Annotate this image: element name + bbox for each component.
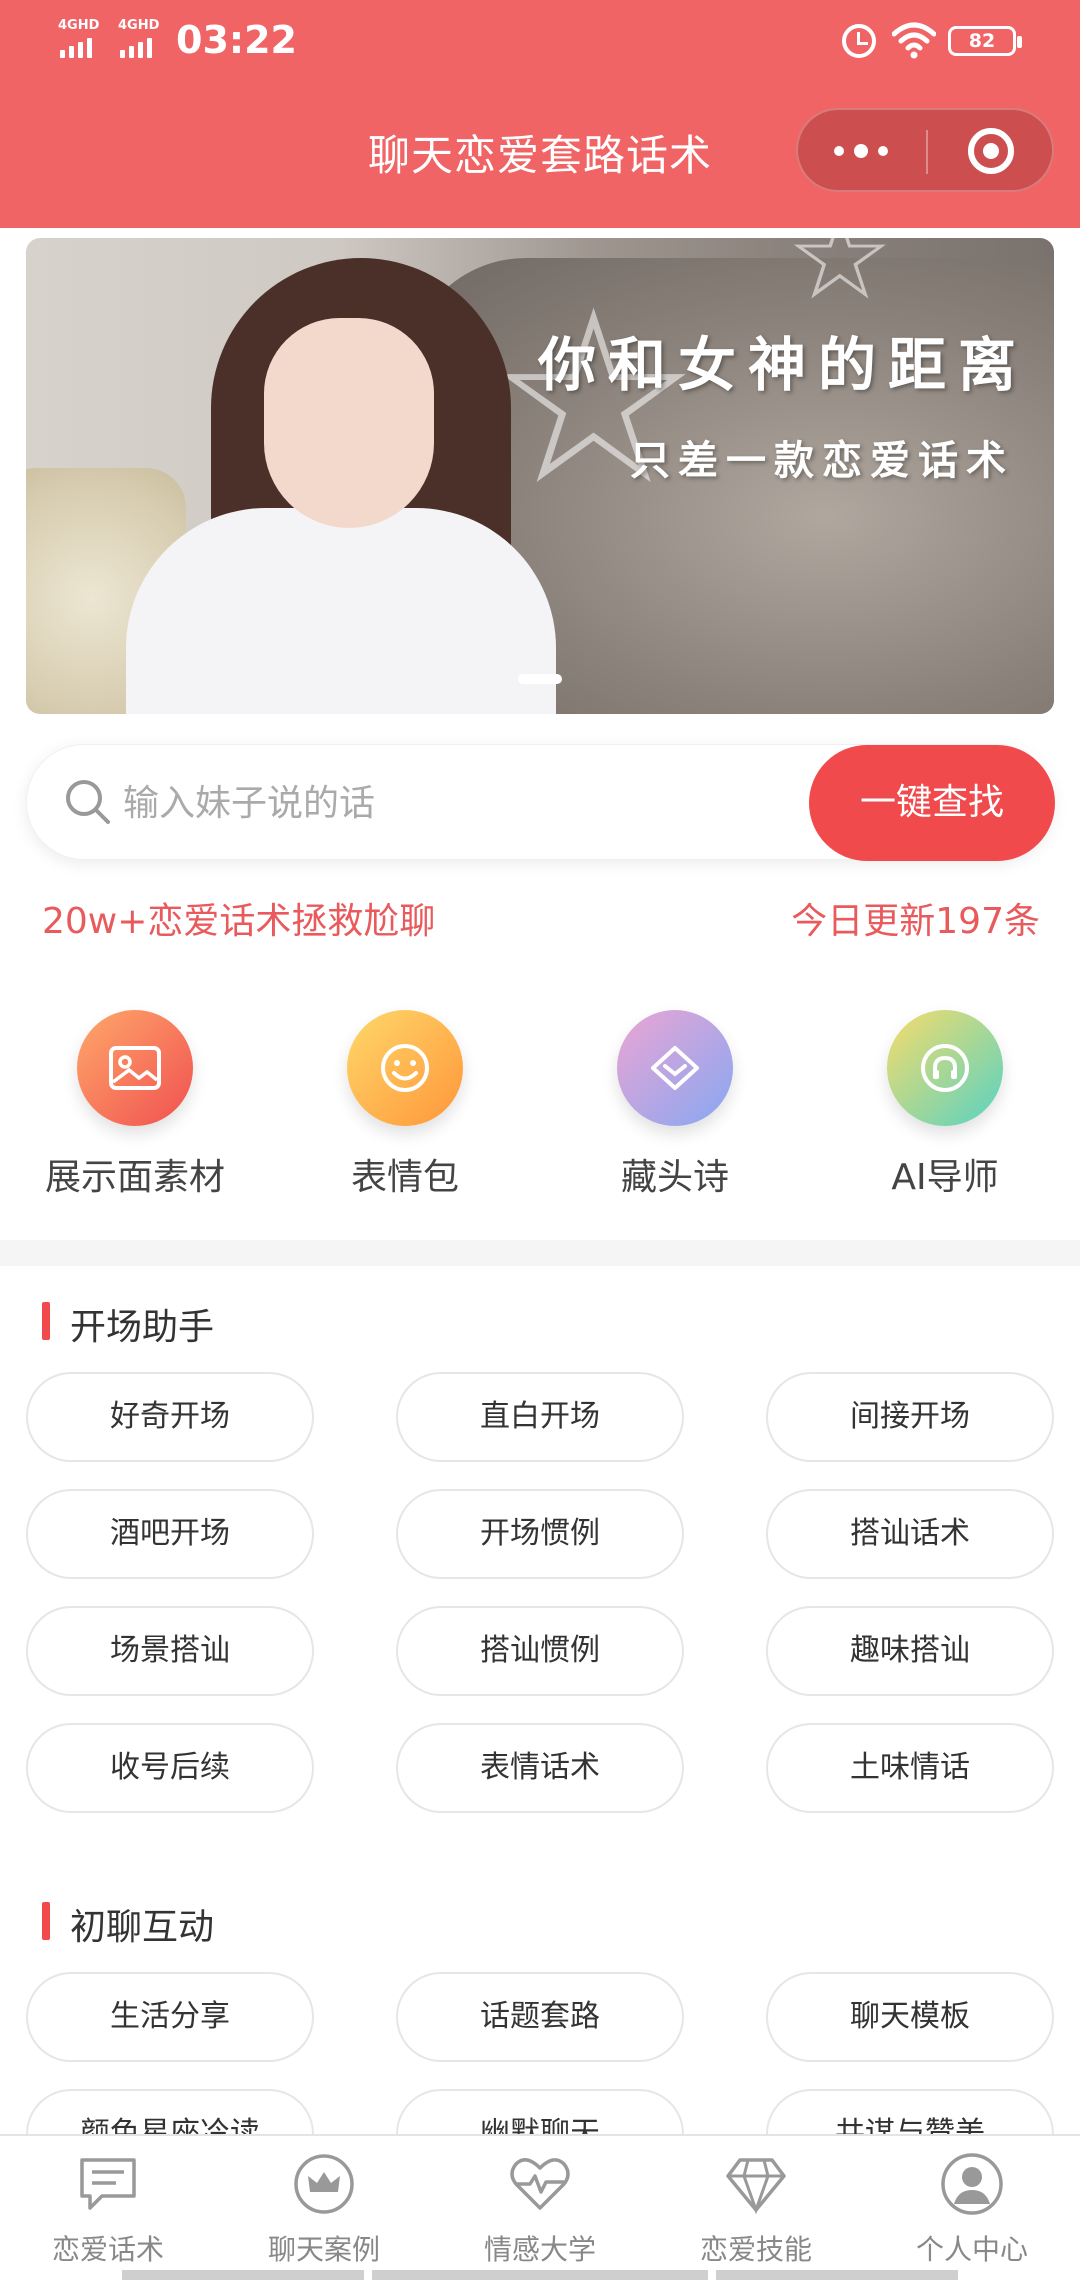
- network-type: 4GHD: [118, 18, 160, 33]
- user-icon: [941, 2153, 1003, 2215]
- search-bar: 一键查找: [26, 744, 1055, 861]
- nav-label: 聊天案例: [267, 2233, 380, 2266]
- star-decoration: ☆: [786, 238, 894, 327]
- nav-item-emotion-university[interactable]: 情感大学: [432, 2136, 648, 2280]
- nav-label: 恋爱话术: [51, 2233, 164, 2266]
- tag-button[interactable]: 生活分享: [26, 1972, 314, 2062]
- crown-icon: [294, 2154, 354, 2214]
- quick-link-label: 展示面素材: [44, 1157, 225, 1198]
- tag-button[interactable]: 搭讪惯例: [396, 1606, 684, 1696]
- promo-banner[interactable]: ☆ ☆ 你和女神的距离 只差一款恋爱话术: [26, 238, 1054, 714]
- battery-indicator: 82: [948, 26, 1022, 56]
- tag-button[interactable]: 好奇开场: [26, 1372, 314, 1462]
- quick-link-label: 表情包: [350, 1157, 459, 1198]
- diamond-icon: [651, 1046, 699, 1090]
- home-indicator: [372, 2270, 708, 2280]
- nav-label: 个人中心: [915, 2233, 1028, 2266]
- tag-button[interactable]: 话题套路: [396, 1972, 684, 2062]
- carousel-indicator[interactable]: [518, 674, 562, 684]
- tag-button[interactable]: 表情话术: [396, 1723, 684, 1813]
- tag-button[interactable]: 搭讪话术: [766, 1489, 1054, 1579]
- network-type: 4GHD: [58, 18, 100, 33]
- tag-button[interactable]: 开场惯例: [396, 1489, 684, 1579]
- search-button[interactable]: 一键查找: [809, 745, 1055, 861]
- section-divider: [0, 1240, 1080, 1266]
- nav-item-love-skills[interactable]: 恋爱技能: [648, 2136, 864, 2280]
- wifi-icon: [892, 22, 936, 59]
- diamond-icon: [726, 2158, 786, 2215]
- quick-link-acrostic[interactable]: 藏头诗: [540, 1010, 810, 1210]
- nav-item-chat-cases[interactable]: 聊天案例: [216, 2136, 432, 2280]
- app-header: 4GHD 4GHD 03:22 82 聊天恋爱套路话术: [0, 0, 1080, 228]
- tag-button[interactable]: 土味情话: [766, 1723, 1054, 1813]
- quick-link-label: AI导师: [891, 1157, 999, 1198]
- image-icon: [109, 1046, 161, 1090]
- tag-button[interactable]: 直白开场: [396, 1372, 684, 1462]
- quick-link-showcase[interactable]: 展示面素材: [0, 1010, 270, 1210]
- more-button[interactable]: [798, 110, 926, 190]
- mini-program-capsule: [796, 108, 1054, 192]
- status-bar: 4GHD 4GHD 03:22 82: [0, 0, 1080, 84]
- section-title-first-chat: 初聊互动: [42, 1898, 214, 1950]
- quick-link-label: 藏头诗: [620, 1157, 729, 1198]
- capsule-divider: [926, 130, 928, 174]
- headphones-icon: [921, 1044, 969, 1092]
- alarm-icon: [842, 24, 876, 58]
- bottom-navigation: 恋爱话术 聊天案例 情感大学 恋爱技能 个人中心: [0, 2134, 1080, 2280]
- quick-link-stickers[interactable]: 表情包: [270, 1010, 540, 1210]
- tag-button[interactable]: 趣味搭讪: [766, 1606, 1054, 1696]
- tag-button[interactable]: 酒吧开场: [26, 1489, 314, 1579]
- tag-button[interactable]: 收号后续: [26, 1723, 314, 1813]
- home-indicator: [122, 2270, 364, 2280]
- banner-subline: 只差一款恋爱话术: [630, 438, 1014, 484]
- status-time: 03:22: [176, 18, 297, 62]
- search-icon: [66, 780, 110, 824]
- signal-icon: 4GHD: [58, 18, 110, 58]
- search-input[interactable]: [123, 771, 703, 835]
- close-mini-program-button[interactable]: [968, 128, 1014, 174]
- tag-button[interactable]: 场景搭讪: [26, 1606, 314, 1696]
- nav-label: 恋爱技能: [699, 2233, 812, 2266]
- tagline-count: 20w+恋爱话术拯救尬聊: [42, 901, 436, 942]
- tag-button[interactable]: 聊天模板: [766, 1972, 1054, 2062]
- section-title-opening: 开场助手: [42, 1298, 214, 1350]
- chat-bubble-icon: [80, 2158, 136, 2210]
- nav-item-profile[interactable]: 个人中心: [864, 2136, 1080, 2280]
- tag-button[interactable]: 间接开场: [766, 1372, 1054, 1462]
- smiley-icon: [381, 1044, 429, 1092]
- quick-links: 展示面素材 表情包 藏头诗 AI导师: [0, 1010, 1080, 1210]
- nav-label: 情感大学: [483, 2233, 596, 2266]
- banner-headline: 你和女神的距离: [537, 331, 1028, 399]
- home-indicator: [716, 2270, 958, 2280]
- quick-link-ai-mentor[interactable]: AI导师: [810, 1010, 1080, 1210]
- signal-icon: 4GHD: [118, 18, 170, 58]
- heartbeat-icon: [510, 2158, 570, 2210]
- tagline-update: 今日更新197条: [791, 901, 1040, 942]
- nav-item-love-scripts[interactable]: 恋爱话术: [0, 2136, 216, 2280]
